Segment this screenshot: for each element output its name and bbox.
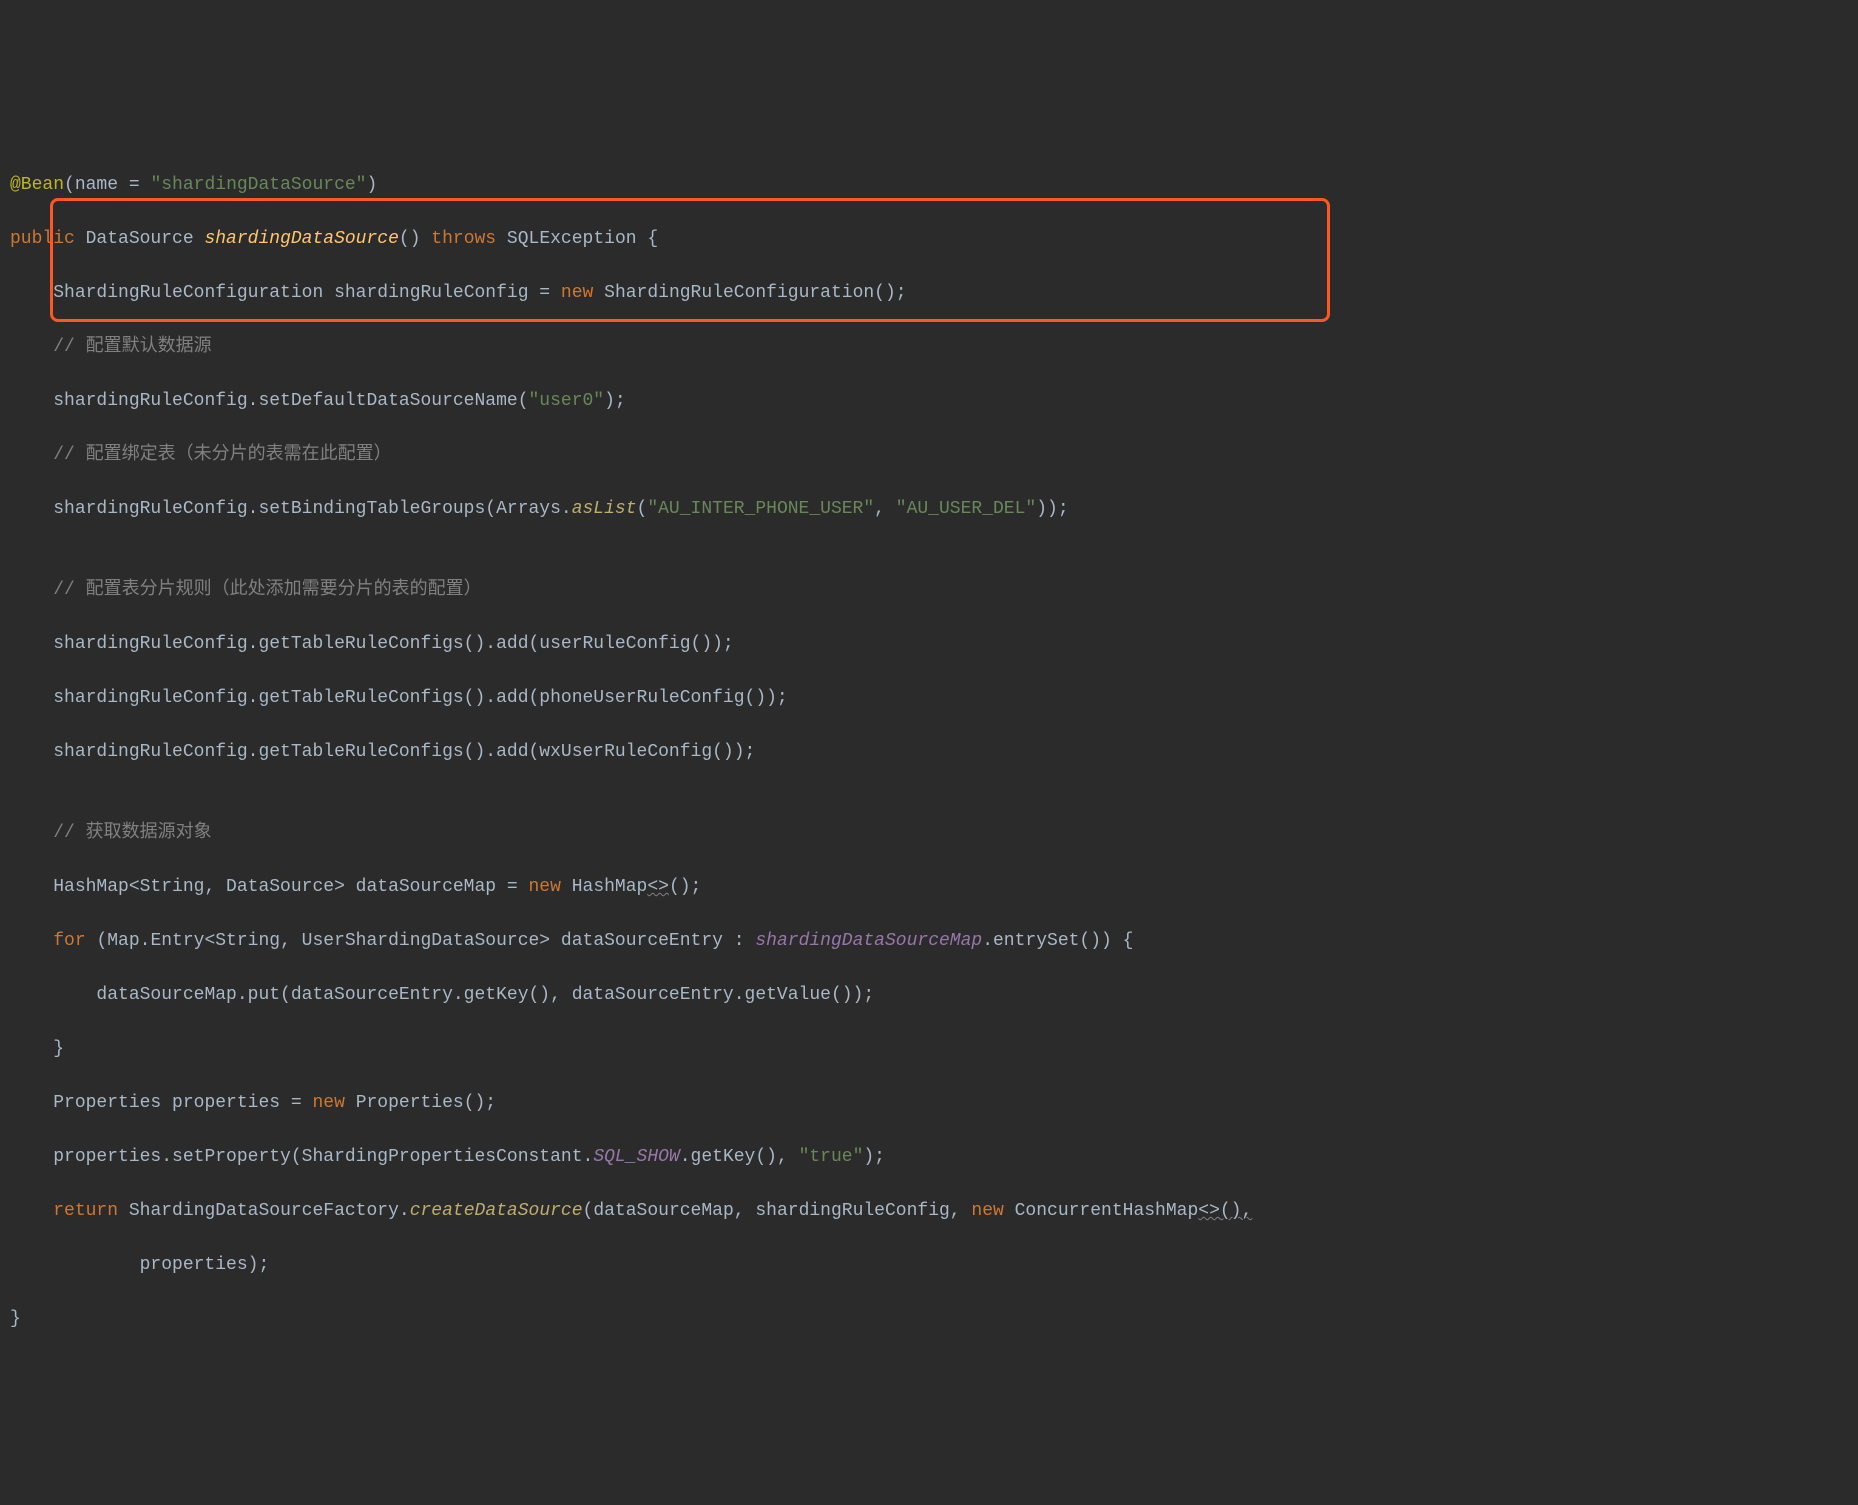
code-line: shardingRuleConfig.getTableRuleConfigs()…	[10, 685, 1848, 712]
code-line: shardingRuleConfig.getTableRuleConfigs()…	[10, 631, 1848, 658]
code-line: ShardingRuleConfiguration shardingRuleCo…	[10, 280, 1848, 307]
code-line: // 配置默认数据源	[10, 334, 1848, 361]
code-line: // 配置表分片规则（此处添加需要分片的表的配置）	[10, 577, 1848, 604]
comment: // 获取数据源对象	[53, 823, 211, 843]
code-line: }	[10, 1306, 1848, 1333]
code-line: properties);	[10, 1252, 1848, 1279]
code-line: properties.setProperty(ShardingPropertie…	[10, 1144, 1848, 1171]
code-line: HashMap<String, DataSource> dataSourceMa…	[10, 874, 1848, 901]
code-line: }	[10, 1036, 1848, 1063]
code-line: @Bean(name = "shardingDataSource")	[10, 172, 1848, 199]
code-line: for (Map.Entry<String, UserShardingDataS…	[10, 928, 1848, 955]
code-line: // 获取数据源对象	[10, 820, 1848, 847]
code-line: Properties properties = new Properties()…	[10, 1090, 1848, 1117]
code-line: shardingRuleConfig.getTableRuleConfigs()…	[10, 739, 1848, 766]
code-line: shardingRuleConfig.setBindingTableGroups…	[10, 496, 1848, 523]
code-line: // 配置绑定表（未分片的表需在此配置）	[10, 442, 1848, 469]
code-line: return ShardingDataSourceFactory.createD…	[10, 1198, 1848, 1225]
comment: // 配置表分片规则（此处添加需要分片的表的配置）	[53, 580, 481, 600]
code-line: dataSourceMap.put(dataSourceEntry.getKey…	[10, 982, 1848, 1009]
annotation: @Bean	[10, 175, 64, 195]
code-editor[interactable]: @Bean(name = "shardingDataSource") publi…	[10, 118, 1848, 1360]
field-reference: shardingDataSourceMap	[755, 931, 982, 951]
method-name: shardingDataSource	[204, 229, 398, 249]
comment: // 配置绑定表（未分片的表需在此配置）	[53, 445, 391, 465]
comment: // 配置默认数据源	[53, 337, 211, 357]
code-line: shardingRuleConfig.setDefaultDataSourceN…	[10, 388, 1848, 415]
code-line: public DataSource shardingDataSource() t…	[10, 226, 1848, 253]
